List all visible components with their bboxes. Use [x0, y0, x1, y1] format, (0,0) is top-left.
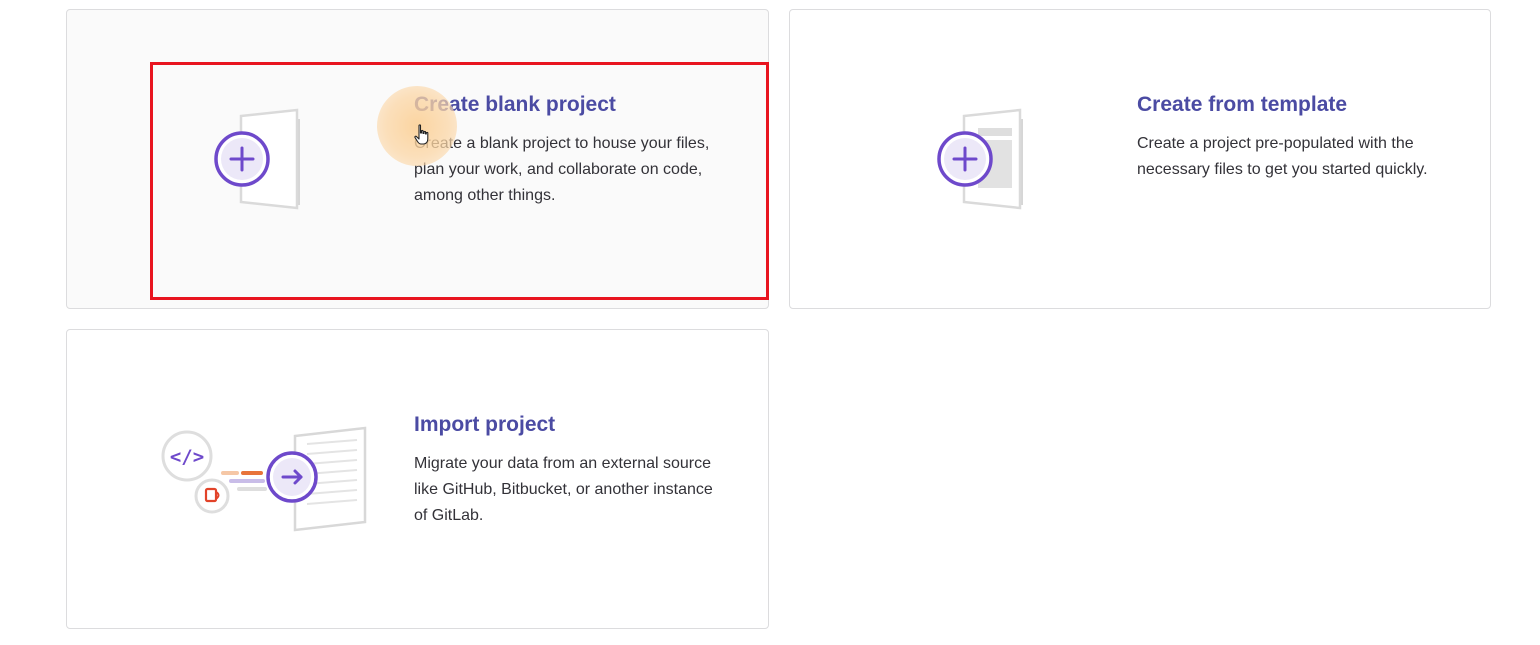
card-description: Migrate your data from an external sourc… [414, 455, 713, 524]
import-project-card[interactable]: </> Import project Migrate your data fro… [66, 329, 769, 629]
card-title: Create from template [1137, 93, 1348, 116]
template-project-card[interactable]: Create from template Create a project pr… [789, 9, 1491, 309]
card-title: Import project [414, 413, 556, 436]
import-project-icon: </> [161, 426, 367, 532]
card-title: Create blank project [414, 93, 616, 116]
blank-project-icon [214, 108, 300, 210]
card-description: Create a project pre-populated with the … [1137, 135, 1428, 178]
card-description: Create a blank project to house your fil… [414, 135, 710, 204]
svg-text:</>: </> [170, 446, 204, 468]
template-project-icon [937, 108, 1023, 210]
blank-project-card[interactable]: Create blank project Create a blank proj… [66, 9, 769, 309]
